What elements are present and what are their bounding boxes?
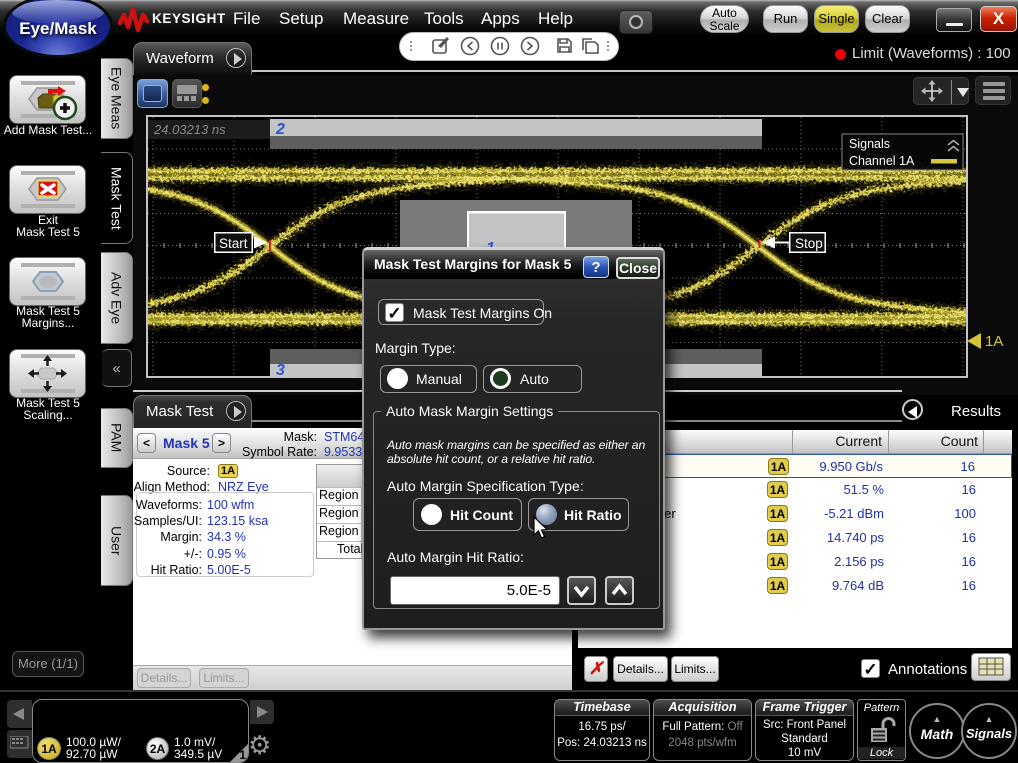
svg-text:Stop: Stop <box>795 236 823 251</box>
svg-text:2: 2 <box>275 121 285 138</box>
svg-text:Signals: Signals <box>849 137 890 151</box>
svg-text:1A: 1A <box>985 333 1003 350</box>
svg-text:24.03213 ns: 24.03213 ns <box>153 122 226 137</box>
svg-text:3: 3 <box>276 362 285 376</box>
svg-text:Channel 1A: Channel 1A <box>849 154 915 168</box>
svg-text:Start: Start <box>219 236 248 251</box>
